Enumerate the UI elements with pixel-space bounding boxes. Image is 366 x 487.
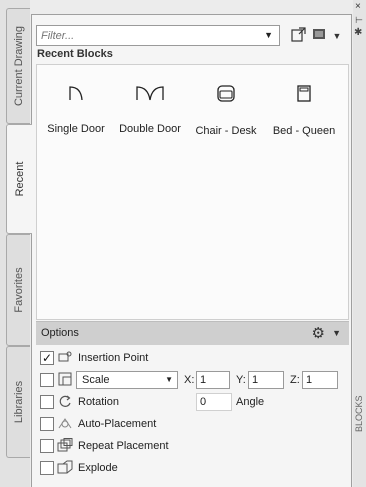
palette-title-strip: × ⊢ ✱ BLOCKS — [353, 0, 366, 487]
close-icon[interactable]: × — [355, 1, 361, 12]
scale-x-input[interactable]: 1 — [196, 371, 230, 389]
z-label: Z: — [290, 374, 300, 386]
palette-tabs: Current Drawing Recent Favorites Librari… — [0, 0, 32, 487]
scale-select-value: Scale — [82, 374, 110, 386]
scale-z-input[interactable]: 1 — [302, 371, 338, 389]
view-mode-icon[interactable] — [310, 27, 328, 45]
gear-icon[interactable]: ⚙ — [312, 324, 325, 342]
explode-icon — [56, 460, 74, 476]
insertion-point-label: Insertion Point — [78, 352, 149, 364]
tab-recent[interactable]: Recent — [6, 124, 32, 234]
blocks-palette: Current Drawing Recent Favorites Librari… — [0, 0, 366, 487]
auto-placement-label: Auto-Placement — [78, 418, 157, 430]
options-header[interactable]: Options ⚙ ▼ — [36, 321, 349, 345]
rotation-icon — [56, 394, 74, 410]
block-single-door[interactable]: Single Door — [39, 85, 113, 135]
repeat-placement-icon — [56, 438, 74, 454]
block-double-door[interactable]: Double Door — [113, 85, 187, 135]
rotation-angle-input[interactable]: 0 — [196, 393, 232, 411]
x-label: X: — [184, 374, 195, 386]
option-insertion-point: ✓ Insertion Point — [40, 349, 349, 369]
chevron-down-icon[interactable]: ▼ — [332, 328, 341, 338]
option-explode: Explode — [40, 459, 349, 479]
view-mode-dropdown-icon[interactable]: ▼ — [328, 27, 346, 45]
tab-libraries[interactable]: Libraries — [6, 346, 30, 458]
option-rotation: Rotation 0 Angle — [40, 393, 349, 413]
auto-placement-icon — [56, 416, 74, 432]
block-bed-queen[interactable]: Bed - Queen — [267, 85, 341, 137]
insertion-point-checkbox[interactable]: ✓ — [40, 351, 54, 365]
rotation-label: Rotation — [78, 396, 119, 408]
rotation-checkbox[interactable] — [40, 395, 54, 409]
filter-dropdown-icon[interactable]: ▼ — [264, 30, 273, 40]
block-chair-desk[interactable]: Chair - Desk — [189, 85, 263, 137]
filter-input[interactable] — [37, 26, 257, 45]
filter-toolbar: ▼ ▼ — [36, 25, 349, 47]
filter-field[interactable]: ▼ — [36, 25, 280, 46]
recent-blocks-title: Recent Blocks — [37, 48, 113, 60]
block-label: Bed - Queen — [272, 125, 336, 137]
repeat-placement-checkbox[interactable] — [40, 439, 54, 453]
select-arrow-icon: ▼ — [165, 375, 173, 384]
explode-checkbox[interactable] — [40, 461, 54, 475]
options-title: Options — [41, 327, 79, 339]
scale-y-input[interactable]: 1 — [248, 371, 284, 389]
tab-favorites-label: Favorites — [12, 267, 25, 313]
chair-desk-icon — [217, 85, 235, 102]
recent-panel: ▼ ▼ Recent Blocks Single Door — [31, 14, 352, 487]
explode-label: Explode — [78, 462, 118, 474]
scale-icon — [56, 372, 74, 388]
single-door-icon — [69, 86, 83, 101]
y-label: Y: — [236, 374, 246, 386]
insertion-point-icon — [56, 350, 74, 366]
blocks-grid: Single Door Double Door Chair - Desk Bed… — [36, 64, 349, 320]
tab-recent-label: Recent — [13, 161, 26, 197]
bed-queen-icon — [297, 85, 311, 102]
block-label: Chair - Desk — [195, 125, 257, 137]
palette-title: BLOCKS — [354, 395, 364, 432]
properties-icon[interactable]: ✱ — [354, 27, 362, 38]
tab-libraries-label: Libraries — [12, 380, 25, 424]
tab-current-drawing-label: Current Drawing — [12, 25, 25, 107]
browse-icon[interactable] — [289, 27, 307, 45]
tab-favorites[interactable]: Favorites — [6, 234, 30, 346]
angle-label: Angle — [236, 396, 265, 408]
option-auto-placement: Auto-Placement — [40, 415, 349, 435]
double-door-icon — [136, 86, 164, 101]
tab-current-drawing[interactable]: Current Drawing — [6, 8, 30, 124]
block-label: Double Door — [119, 123, 181, 135]
block-label: Single Door — [47, 123, 105, 135]
scale-select[interactable]: Scale ▼ — [76, 371, 178, 389]
option-scale: Scale ▼ X: 1 Y: 1 Z: 1 — [40, 371, 349, 391]
repeat-placement-label: Repeat Placement — [78, 440, 169, 452]
option-repeat-placement: Repeat Placement — [40, 437, 349, 457]
auto-hide-icon[interactable]: ⊢ — [355, 15, 363, 26]
auto-placement-checkbox[interactable] — [40, 417, 54, 431]
scale-checkbox[interactable] — [40, 373, 54, 387]
